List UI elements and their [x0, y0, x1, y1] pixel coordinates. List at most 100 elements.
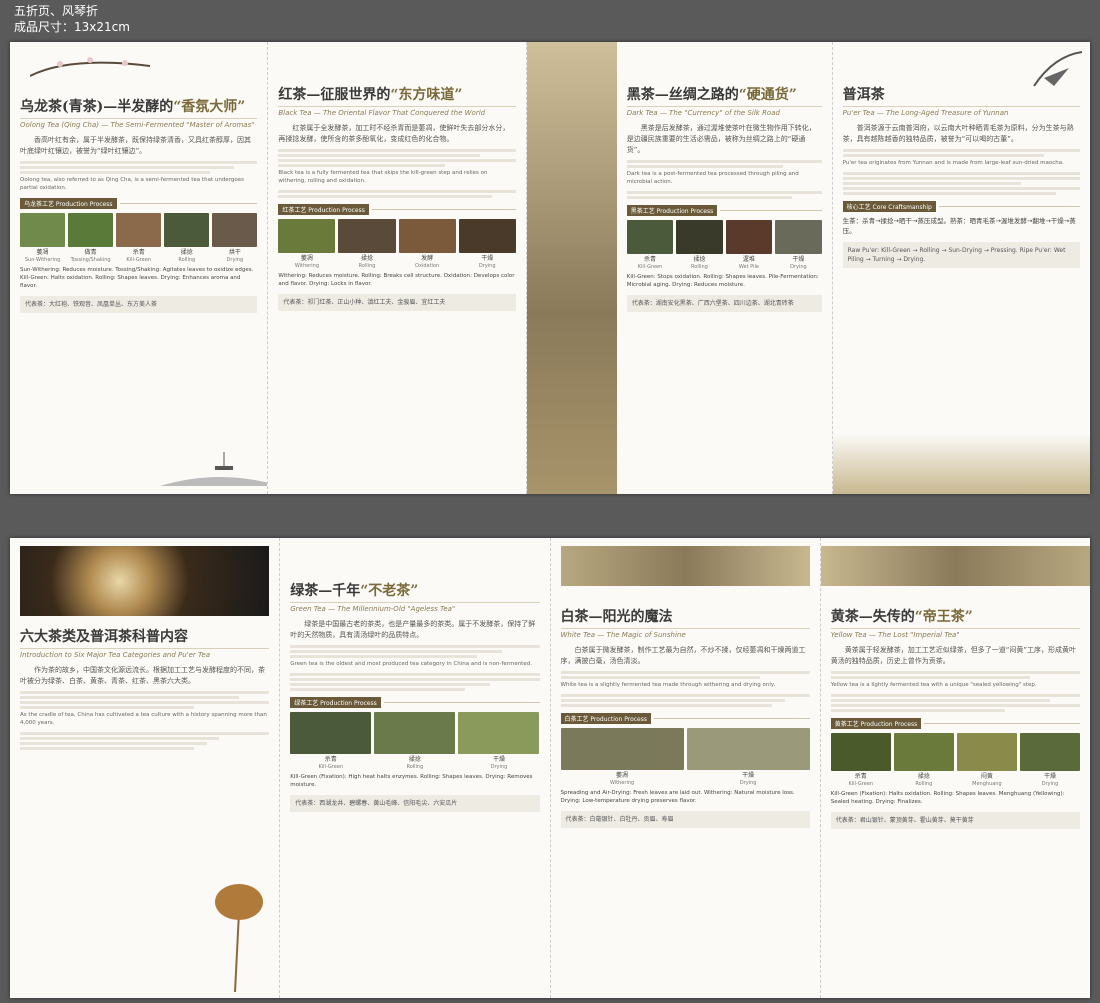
panel-white-tea: 白茶—阳光的魔法 White Tea — The Magic of Sunshi…: [551, 538, 821, 998]
brochure-row-2: 六大茶类及普洱茶科普内容 Introduction to Six Major T…: [10, 538, 1090, 998]
bamboo-illustration: [1033, 51, 1083, 87]
process-notes: Spreading and Air-Drying: Fresh leaves a…: [560, 790, 795, 804]
body-en: Dark tea is a post-fermented tea process…: [626, 171, 799, 185]
page-title: 绿茶—千年“不老茶”: [290, 583, 419, 599]
process-step: 萎凋 Withering: [560, 728, 684, 786]
process-step: 萎凋 Sun-Withering: [20, 213, 66, 263]
landscape-banner: [820, 546, 1090, 586]
process-step: 萎凋 Withering: [278, 219, 336, 269]
process-steps: 杀青 Kill-Green 揉捻 Rolling 干燥 Drying: [290, 712, 540, 770]
body-zh: 白茶属于微发酵茶，制作工艺最为自然，不炒不揉，仅经萎凋和干燥两道工序，满披白毫，…: [560, 646, 806, 665]
page-title: 白茶—阳光的魔法: [560, 609, 673, 625]
process-step: 揉捻 Rolling: [374, 712, 456, 770]
section-header: 红茶工艺 Production Process: [278, 204, 516, 215]
process-step: 干燥 Drying: [458, 219, 516, 269]
process-notes: Kill-Green: Stops oxidation. Rolling: Sh…: [626, 274, 819, 288]
process-steps: 萎凋 Sun-Withering 做青 Tossing/Shaking 杀青 Kill…: [20, 213, 258, 263]
page-title: 乌龙茶(青茶)—半发酵的“香氛大师”: [20, 99, 246, 115]
process-step: 干燥 Drying: [1019, 733, 1080, 787]
panel-intro: 六大茶类及普洱茶科普内容 Introduction to Six Major T…: [10, 538, 281, 998]
process-steps: 萎凋 Withering 揉捻 Rolling 发酵 Oxidation 干燥 Dryi…: [278, 219, 516, 269]
process-steps: 杀青 Kill-Green 揉捻 Rolling 渥堆 Wet Pile 干燥 Dryi…: [626, 220, 822, 270]
process-steps: 萎凋 Withering 干燥 Drying: [560, 728, 810, 786]
process-notes: Kill-Green (Fixation): Halts oxidation. …: [830, 791, 1065, 805]
body-zh: 香高叶红有余，属于半发酵茶，既保持绿茶清香，又具红茶醇厚，因其叶底绿叶红镶边，被…: [20, 136, 251, 155]
body-zh: 红茶属于全发酵茶，加工时不经杀青而是萎凋，使鲜叶失去部分水分，再揉捻发酵，使所含…: [278, 124, 510, 143]
panel-dark-tea: 黑茶—丝绸之路的“硬通货” Dark Tea — The "Currency" …: [526, 42, 833, 494]
process-step: 揉捻 Rolling: [164, 213, 210, 263]
process-step: 杀青 Kill-Green: [830, 733, 891, 787]
process-step: 干燥 Drying: [775, 220, 822, 270]
body-en: Green tea is the oldest and most produce…: [290, 661, 532, 667]
representative-teas: 代表茶：白毫银针、白牡丹、贡眉、寿眉: [560, 811, 810, 828]
representative-teas: 代表茶：祁门红茶、正山小种、滇红工夫、金骏眉、宜红工夫: [278, 294, 516, 311]
process-notes: Withering: Reduces moisture. Rolling: Br…: [278, 273, 515, 287]
plum-branch-illustration: [30, 57, 150, 77]
representative-teas: 代表茶：西湖龙井、碧螺春、黄山毛峰、信阳毛尖、六安瓜片: [290, 795, 540, 812]
subtitle: Oolong Tea (Qing Cha) — The Semi-Ferment…: [20, 118, 258, 129]
lotus-illustration: [215, 884, 264, 992]
panel-black-tea: 红茶—征服世界的“东方味道” Black Tea — The Oriental …: [268, 42, 527, 494]
subtitle: Introduction to Six Major Tea Categories…: [20, 648, 270, 659]
panel-green-tea: 绿茶—千年“不老茶” Green Tea — The Millennium-Ol…: [280, 538, 551, 998]
tea-cup-photo: [20, 546, 270, 616]
process-step: 干燥 Drying: [686, 728, 810, 786]
process-step: 揉捻 Rolling: [676, 220, 723, 270]
body-en: Black tea is a fully fermented tea that …: [278, 170, 488, 184]
section-header: 黑茶工艺 Production Process: [626, 205, 822, 216]
subtitle: Pu'er Tea — The Long-Aged Treasure of Yu…: [842, 106, 1080, 117]
body-en: Yellow tea is a lightly fermented tea wi…: [830, 682, 1037, 688]
process-step: 杀青 Kill-Green: [290, 712, 372, 770]
process-step: 揉捻 Rolling: [893, 733, 954, 787]
section-header: 核心工艺 Core Craftsmanship: [842, 201, 1080, 212]
body-en: Oolong tea, also referred to as Qing Cha…: [20, 177, 244, 191]
process-step: 揉捻 Rolling: [338, 219, 396, 269]
process-step: 杀青 Kill-Green: [116, 213, 162, 263]
subtitle: Black Tea — The Oriental Flavor That Con…: [278, 106, 516, 117]
page-title: 红茶—征服世界的“东方味道”: [278, 87, 463, 103]
subtitle: Green Tea — The Millennium-Old "Ageless …: [290, 602, 540, 613]
page-title: 黑茶—丝绸之路的“硬通货”: [626, 87, 797, 103]
representative-teas: 代表茶：君山银针、蒙顶黄芽、霍山黄芽、莫干黄芽: [830, 812, 1080, 829]
page-title: 黄茶—失传的“帝王茶”: [830, 609, 973, 625]
header-line2: 成品尺寸：13x21cm: [14, 20, 130, 34]
section-header: 白茶工艺 Production Process: [560, 713, 810, 724]
header: 五折页、风琴折 成品尺寸：13x21cm: [0, 0, 1100, 40]
body-zh: 黄茶属于轻发酵茶，加工工艺近似绿茶，但多了一道“闷黄”工序，形成黄叶黄汤的独特品…: [830, 646, 1077, 665]
process-step: 做青 Tossing/Shaking: [68, 213, 114, 263]
body-en: White tea is a slightly fermented tea ma…: [560, 682, 776, 688]
process-step: 发酵 Oxidation: [398, 219, 456, 269]
process-step: 杀青 Kill-Green: [626, 220, 674, 270]
mountain-illustration: [832, 434, 1090, 494]
process-notes: 生茶：杀青→揉捻→晒干→蒸压成型。熟茶：晒青毛茶→渥堆发酵→翻堆→干燥→蒸压。: [842, 217, 1076, 235]
boat-landscape-illustration: [160, 452, 268, 486]
process-step: 闷黄 Menghuang: [956, 733, 1017, 787]
representative-teas: 代表茶：湖南安化黑茶、广西六堡茶、四川边茶、湖北青砖茶: [626, 295, 822, 312]
body-en: Pu'er tea originates from Yunnan and is …: [842, 160, 1064, 166]
section-header: 乌龙茶工艺 Production Process: [20, 198, 258, 209]
process-notes-en: Raw Pu'er: Kill-Green → Rolling → Sun-Dr…: [842, 242, 1080, 268]
process-step: 渥堆 Wet Pile: [725, 220, 773, 270]
body-zh: 普洱茶源于云南普洱府，以云南大叶种晒青毛茶为原料，分为生茶与熟茶，具有越陈越香的…: [842, 124, 1074, 143]
landscape-banner: [560, 546, 810, 586]
body-zh: 黑茶是后发酵茶，通过渥堆使茶叶在微生物作用下转化，是边疆民族重要的生活必需品，被…: [626, 124, 816, 154]
process-step: 干燥 Drying: [458, 712, 540, 770]
body-zh: 绿茶是中国最古老的茶类，也是产量最多的茶类。属于不发酵茶，保持了鲜叶的天然物质，…: [290, 620, 536, 639]
section-header: 绿茶工艺 Production Process: [290, 697, 540, 708]
body-en: As the cradle of tea, China has cultivat…: [20, 712, 267, 726]
subtitle: Yellow Tea — The Lost "Imperial Tea": [830, 628, 1080, 639]
process-step: 烘干 Drying: [212, 213, 258, 263]
representative-teas: 代表茶：大红袍、铁观音、凤凰单丛、东方美人茶: [20, 296, 258, 313]
subtitle: White Tea — The Magic of Sunshine: [560, 628, 810, 639]
header-line1: 五折页、风琴折: [14, 4, 99, 18]
process-notes: Sun-Withering: Reduces moisture. Tossing…: [20, 267, 254, 289]
landscape-painting: [526, 42, 617, 494]
body-zh: 作为茶的故乡，中国茶文化源远流长。根据加工工艺与发酵程度的不同，茶叶被分为绿茶、…: [20, 666, 265, 685]
page-title: 六大茶类及普洱茶科普内容: [20, 629, 188, 645]
subtitle: Dark Tea — The "Currency" of the Silk Ro…: [626, 106, 822, 117]
panel-puer: 普洱茶 Pu'er Tea — The Long-Aged Treasure o…: [832, 42, 1090, 494]
panel-yellow-tea: 黄茶—失传的“帝王茶” Yellow Tea — The Lost "Imper…: [820, 538, 1090, 998]
process-notes: Kill-Green (Fixation): High heat halts e…: [290, 774, 533, 788]
section-header: 黄茶工艺 Production Process: [830, 718, 1080, 729]
process-steps: 杀青 Kill-Green 揉捻 Rolling 闷黄 Menghuang 干燥 Dry…: [830, 733, 1080, 787]
